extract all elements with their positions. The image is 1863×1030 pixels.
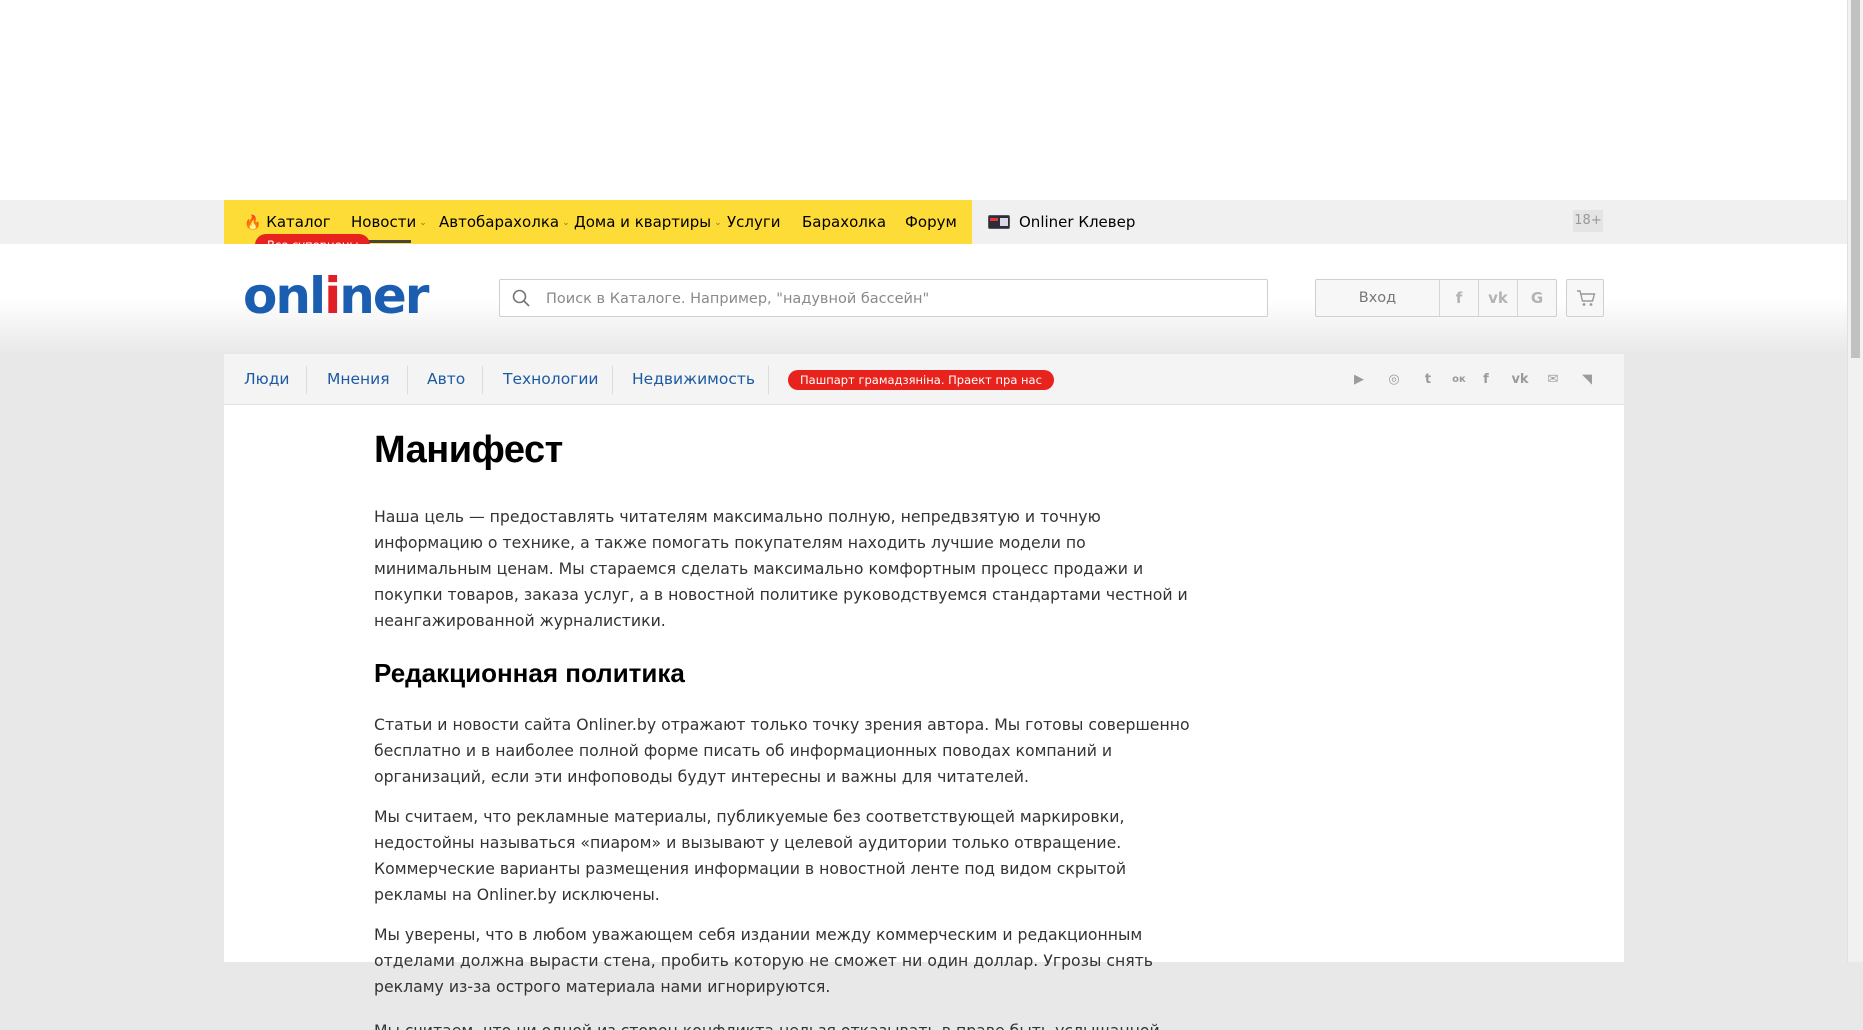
chevron-down-icon: ⌄ bbox=[419, 218, 427, 228]
page-title: Манифест bbox=[374, 429, 563, 471]
subnav-item-auto[interactable]: Авто bbox=[427, 354, 465, 404]
divider bbox=[306, 366, 307, 394]
twitter-icon[interactable]: t bbox=[1419, 369, 1437, 391]
article-paragraph: Мы считаем, что ни одной из сторон конфл… bbox=[374, 1018, 1194, 1030]
divider bbox=[407, 366, 408, 394]
divider bbox=[612, 366, 613, 394]
logo-text-part: onl bbox=[243, 267, 326, 325]
divider bbox=[768, 366, 769, 394]
passport-project-badge[interactable]: Пашпарт грамадзяніна. Праект пра нас bbox=[788, 370, 1054, 390]
vk-login-icon[interactable]: vk bbox=[1479, 280, 1518, 316]
odnoklassniki-icon[interactable]: ок bbox=[1450, 369, 1468, 391]
instagram-icon[interactable]: ◎ bbox=[1385, 369, 1403, 391]
article-paragraph: Статьи и новости сайта Onliner.by отража… bbox=[374, 715, 1190, 786]
topnav-item-forum[interactable]: Форум bbox=[905, 200, 957, 244]
youtube-icon[interactable]: ▶ bbox=[1350, 369, 1368, 391]
facebook-login-icon[interactable]: f bbox=[1440, 280, 1479, 316]
rss-icon[interactable]: ◥ bbox=[1578, 369, 1596, 391]
divider bbox=[482, 366, 483, 394]
subnav-item-realty[interactable]: Недвижимость bbox=[632, 354, 755, 404]
klever-card-icon bbox=[988, 215, 1010, 229]
chevron-down-icon: ⌄ bbox=[714, 218, 722, 228]
catalog-search bbox=[499, 279, 1268, 318]
search-input[interactable] bbox=[544, 280, 1258, 318]
section-title: Редакционная политика bbox=[374, 658, 685, 688]
subnav-item-opinions[interactable]: Мнения bbox=[327, 354, 390, 404]
facebook-icon[interactable]: f bbox=[1477, 369, 1495, 391]
subnav-item-tech[interactable]: Технологии bbox=[503, 354, 598, 404]
social-links: ▶ ◎ t ок f vk ✉ ◥ bbox=[1350, 369, 1610, 391]
topnav-item-autobaraholka[interactable]: Автобарахолка ⌄ bbox=[439, 200, 570, 244]
ad-banner-area bbox=[0, 0, 1848, 200]
onliner-klever-link[interactable]: Onliner Клевер bbox=[988, 200, 1135, 244]
article-paragraph: Наша цель — предоставлять читателям макс… bbox=[374, 507, 1188, 630]
mail-icon[interactable]: ✉ bbox=[1544, 369, 1562, 391]
manifest-article: Манифест Наша цель — предоставлять читат… bbox=[374, 420, 1194, 1030]
article-paragraph: Мы считаем, что рекламные материалы, пуб… bbox=[374, 807, 1127, 904]
topnav-item-label: Дома и квартиры bbox=[574, 213, 712, 231]
topnav-item-label: Форум bbox=[905, 213, 957, 231]
page-scrollbar[interactable] bbox=[1847, 0, 1863, 962]
logo-text-accent: i bbox=[324, 267, 341, 325]
logo-text-part: ner bbox=[339, 267, 429, 325]
topnav-item-label: Услуги bbox=[727, 213, 781, 231]
onliner-logo[interactable]: onliner bbox=[243, 267, 429, 325]
article-paragraph: Мы уверены, что в любом уважающем себя и… bbox=[374, 925, 1154, 996]
topnav-item-realty[interactable]: Дома и квартиры ⌄ bbox=[574, 200, 722, 244]
topnav-item-services[interactable]: Услуги bbox=[727, 200, 780, 244]
scrollbar-thumb[interactable] bbox=[1851, 0, 1860, 358]
topnav-item-label: Новости bbox=[351, 213, 417, 231]
chevron-down-icon: ⌄ bbox=[562, 218, 570, 228]
fire-icon: 🔥 bbox=[244, 215, 262, 231]
google-login-icon[interactable]: G bbox=[1518, 280, 1556, 316]
login-button[interactable]: Вход bbox=[1316, 280, 1440, 316]
cart-button[interactable] bbox=[1566, 279, 1604, 317]
search-icon bbox=[512, 289, 530, 307]
topnav-item-label: Барахолка bbox=[802, 213, 887, 231]
subnav-item-people[interactable]: Люди bbox=[244, 354, 290, 404]
klever-label: Onliner Клевер bbox=[1019, 213, 1136, 231]
topnav-item-label: Автобарахолка bbox=[439, 213, 560, 231]
vk-icon[interactable]: vk bbox=[1509, 369, 1531, 391]
auth-block: Вход f vk G bbox=[1315, 279, 1557, 317]
age-rating-badge: 18+ bbox=[1573, 210, 1603, 232]
topnav-item-baraholka[interactable]: Барахолка bbox=[802, 200, 886, 244]
cart-icon bbox=[1577, 290, 1596, 306]
topnav-item-label: Каталог bbox=[266, 213, 331, 231]
